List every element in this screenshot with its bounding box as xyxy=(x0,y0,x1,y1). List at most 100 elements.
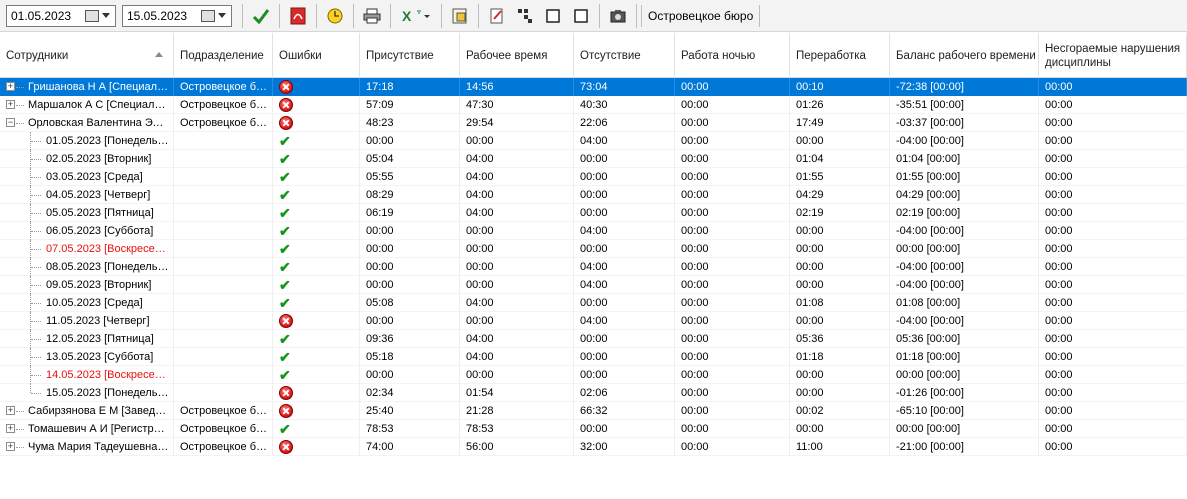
date-to-picker[interactable]: 15.05.2023 xyxy=(122,4,232,27)
overtime-cell: 00:00 xyxy=(790,366,890,384)
department-cell xyxy=(174,132,273,150)
employee-row[interactable]: + Маршалок А С [Специалист] Островецкое бю… xyxy=(0,96,1187,114)
expand-icon[interactable]: + xyxy=(6,100,15,109)
work-time-cell: 00:00 xyxy=(460,240,574,258)
col-header-presence[interactable]: Присутствие xyxy=(360,33,460,78)
employee-row[interactable]: + Чума Мария Тадеушевна [Специалист] Остро… xyxy=(0,438,1187,456)
report-icon[interactable] xyxy=(448,4,472,28)
apply-check-icon[interactable] xyxy=(249,4,273,28)
absence-cell: 66:32 xyxy=(574,402,675,420)
pdf-icon[interactable] xyxy=(286,4,310,28)
col-header-overtime[interactable]: Переработка xyxy=(790,33,890,78)
day-label: 01.05.2023 [Понедельник] xyxy=(46,135,169,147)
errors-cell: ✔ xyxy=(273,258,360,276)
work-time-cell: 04:00 xyxy=(460,150,574,168)
camera-icon[interactable] xyxy=(606,4,630,28)
night-work-cell: 00:00 xyxy=(675,222,790,240)
balance-cell: 04:29 [00:00] xyxy=(890,186,1039,204)
expand-icon[interactable]: + xyxy=(6,442,15,451)
balance-cell: -01:26 [00:00] xyxy=(890,384,1039,402)
col-header-balance[interactable]: Баланс рабочего времени xyxy=(890,33,1039,78)
chevron-down-icon[interactable] xyxy=(102,13,110,18)
day-row[interactable]: 11.05.2023 [Четверг] 00:00 00:00 04:00 00:00… xyxy=(0,312,1187,330)
org-name-label[interactable]: Островецкое бюро xyxy=(641,4,761,27)
presence-cell: 00:00 xyxy=(360,132,460,150)
violations-cell: 00:00 xyxy=(1039,294,1187,312)
day-row[interactable]: 02.05.2023 [Вторник] ✔ 05:04 04:00 00:00 00:0… xyxy=(0,150,1187,168)
employee-row[interactable]: + Гришанова Н А [Специалист] Островецкое б… xyxy=(0,78,1187,96)
presence-cell: 09:36 xyxy=(360,330,460,348)
col-header-errors[interactable]: Ошибки xyxy=(273,33,360,78)
calendar-icon[interactable] xyxy=(85,9,99,22)
violations-cell: 00:00 xyxy=(1039,438,1187,456)
balance-cell: -04:00 [00:00] xyxy=(890,312,1039,330)
col-header-violations[interactable]: Несгораемые нарушения дисциплины xyxy=(1039,33,1187,78)
error-icon xyxy=(279,116,293,130)
absence-cell: 00:00 xyxy=(574,294,675,312)
tree-connector xyxy=(31,159,41,160)
date-from-value[interactable]: 01.05.2023 xyxy=(11,9,83,23)
employee-row[interactable]: + Сабирзянова Е М [Заведующий] Островецкое… xyxy=(0,402,1187,420)
work-time-cell: 04:00 xyxy=(460,186,574,204)
employee-cell: 15.05.2023 [Понедельник] xyxy=(0,384,174,402)
col-header-work-time[interactable]: Рабочее время xyxy=(460,33,574,78)
errors-cell: ✔ xyxy=(273,168,360,186)
tree-connector xyxy=(31,375,41,376)
ok-check-icon: ✔ xyxy=(279,151,291,167)
day-row[interactable]: 10.05.2023 [Среда] ✔ 05:08 04:00 00:00 00:00 0… xyxy=(0,294,1187,312)
day-row[interactable]: 05.05.2023 [Пятница] ✔ 06:19 04:00 00:00 00:0… xyxy=(0,204,1187,222)
employee-cell: − Орловская Валентина Эдуардовна xyxy=(0,114,174,132)
day-row[interactable]: 03.05.2023 [Среда] ✔ 05:55 04:00 00:00 00:00 0… xyxy=(0,168,1187,186)
col-header-employees[interactable]: Сотрудники xyxy=(0,33,174,78)
clock-icon[interactable] xyxy=(323,4,347,28)
col-header-label: Переработка xyxy=(796,49,866,62)
day-row[interactable]: 04.05.2023 [Четверг] ✔ 08:29 04:00 00:00 00:0… xyxy=(0,186,1187,204)
day-row[interactable]: 01.05.2023 [Понедельник] ✔ 00:00 00:00 04:00… xyxy=(0,132,1187,150)
employee-row[interactable]: + Томашевич А И [Регистратор] Островецкое … xyxy=(0,420,1187,438)
frame2-icon[interactable] xyxy=(569,4,593,28)
violations-cell: 00:00 xyxy=(1039,420,1187,438)
day-row[interactable]: 07.05.2023 [Воскресенье] ✔ 00:00 00:00 00:00… xyxy=(0,240,1187,258)
presence-cell: 05:08 xyxy=(360,294,460,312)
collapse-icon[interactable]: − xyxy=(6,118,15,127)
absence-cell: 00:00 xyxy=(574,168,675,186)
day-row[interactable]: 06.05.2023 [Суббота] ✔ 00:00 00:00 04:00 00:0… xyxy=(0,222,1187,240)
department-cell xyxy=(174,312,273,330)
excel-export-icon[interactable]: X xyxy=(397,4,435,28)
ok-check-icon: ✔ xyxy=(279,349,291,365)
toolbar: 01.05.2023 15.05.2023 X Островецкое бюро xyxy=(0,0,1187,32)
col-header-absence[interactable]: Отсутствие xyxy=(574,33,675,78)
calendar-icon[interactable] xyxy=(201,9,215,22)
tree-connector xyxy=(31,285,41,286)
col-header-night-work[interactable]: Работа ночью xyxy=(675,33,790,78)
day-row[interactable]: 13.05.2023 [Суббота] ✔ 05:18 04:00 00:00 00:0… xyxy=(0,348,1187,366)
work-time-cell: 78:53 xyxy=(460,420,574,438)
day-row[interactable]: 08.05.2023 [Понедельник] ✔ 00:00 00:00 04:00… xyxy=(0,258,1187,276)
employee-cell: 07.05.2023 [Воскресенье] xyxy=(0,240,174,258)
day-row[interactable]: 14.05.2023 [Воскресенье] ✔ 00:00 00:00 00:00… xyxy=(0,366,1187,384)
frame-icon[interactable] xyxy=(541,4,565,28)
employee-name: Маршалок А С [Специалист] xyxy=(28,99,169,111)
tree-connector xyxy=(16,87,24,88)
violations-cell: 00:00 xyxy=(1039,78,1187,96)
absence-cell: 00:00 xyxy=(574,204,675,222)
grid-icon[interactable] xyxy=(513,4,537,28)
date-to-value[interactable]: 15.05.2023 xyxy=(127,9,199,23)
expand-icon[interactable]: + xyxy=(6,82,15,91)
ok-check-icon: ✔ xyxy=(279,133,291,149)
presence-cell: 05:04 xyxy=(360,150,460,168)
date-from-picker[interactable]: 01.05.2023 xyxy=(6,4,116,27)
day-row[interactable]: 12.05.2023 [Пятница] ✔ 09:36 04:00 00:00 00:0… xyxy=(0,330,1187,348)
edit-report-icon[interactable] xyxy=(485,4,509,28)
expand-icon[interactable]: + xyxy=(6,406,15,415)
night-work-cell: 00:00 xyxy=(675,168,790,186)
print-icon[interactable] xyxy=(360,4,384,28)
day-label: 07.05.2023 [Воскресенье] xyxy=(46,243,169,255)
expand-icon[interactable]: + xyxy=(6,424,15,433)
day-row[interactable]: 15.05.2023 [Понедельник] 02:34 01:54 02:06 0… xyxy=(0,384,1187,402)
day-row[interactable]: 09.05.2023 [Вторник] ✔ 00:00 00:00 04:00 00:0… xyxy=(0,276,1187,294)
col-header-department[interactable]: Подразделение xyxy=(174,33,273,78)
employee-row[interactable]: − Орловская Валентина Эдуардовна Островецк… xyxy=(0,114,1187,132)
day-label: 14.05.2023 [Воскресенье] xyxy=(46,369,169,381)
chevron-down-icon[interactable] xyxy=(218,13,226,18)
